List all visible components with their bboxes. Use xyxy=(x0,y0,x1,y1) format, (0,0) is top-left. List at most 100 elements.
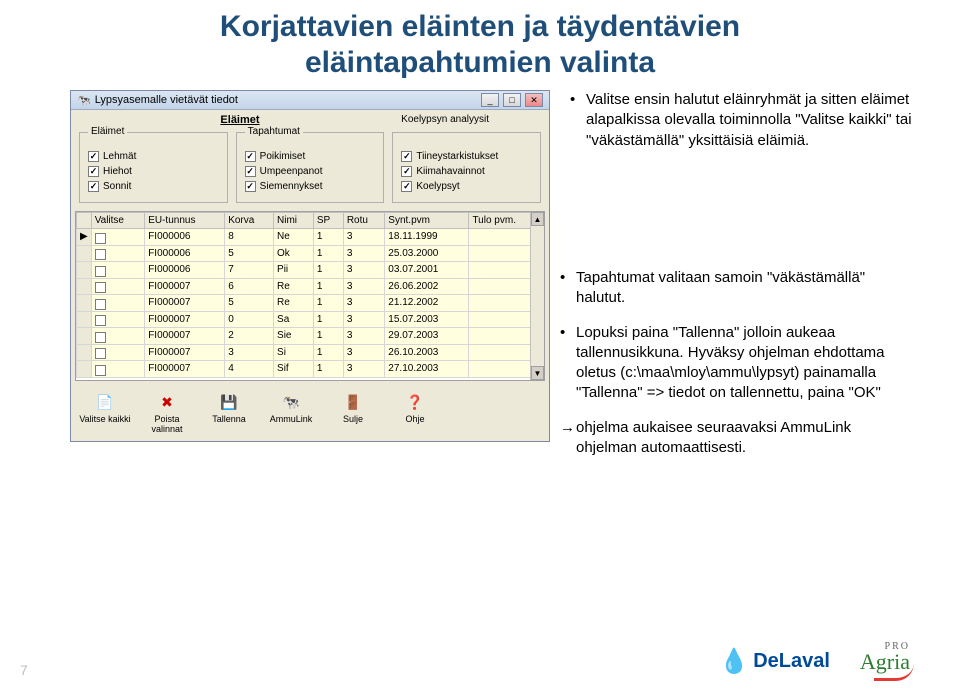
toolbar-label: AmmuLink xyxy=(270,414,313,424)
window-titlebar: 🐄 Lypsyasemalle vietävät tiedot _ □ ✕ xyxy=(71,91,549,110)
bullet-arrow: ohjelma aukaisee seuraavaksi AmmuLink oh… xyxy=(560,418,910,459)
column-header[interactable]: SP xyxy=(313,213,343,229)
cell: 4 xyxy=(225,361,274,378)
toolbar-label: Ohje xyxy=(405,414,424,424)
chk-label: Poikimiset xyxy=(260,151,306,162)
table-row[interactable]: FI0000076Re1326.06.2002 xyxy=(77,278,544,295)
row-checkbox[interactable] xyxy=(95,299,106,310)
toolbar-button[interactable]: ❓Ohje xyxy=(385,389,445,437)
cell: Sif xyxy=(274,361,314,378)
checkbox[interactable] xyxy=(88,151,99,162)
scroll-up[interactable]: ▲ xyxy=(531,212,544,226)
cell: FI000007 xyxy=(145,328,225,345)
drop-icon: 💧 xyxy=(719,647,749,676)
scroll-down[interactable]: ▼ xyxy=(531,366,544,380)
cell: 1 xyxy=(313,278,343,295)
page-number: 7 xyxy=(20,662,28,678)
cell: 3 xyxy=(343,278,384,295)
table-row[interactable]: FI0000073Si1326.10.2003 xyxy=(77,344,544,361)
chk-label: Koelypsyt xyxy=(416,181,459,192)
cell: Re xyxy=(274,278,314,295)
table-row[interactable]: FI0000074Sif1327.10.2003 xyxy=(77,361,544,378)
group-title-tapahtumat: Tapahtumat xyxy=(245,126,303,137)
group-extra: Tiineystarkistukset Kiimahavainnot Koely… xyxy=(392,132,541,203)
checkbox[interactable] xyxy=(401,151,412,162)
table-row[interactable]: ▶FI0000068Ne1318.11.1999 xyxy=(77,229,544,246)
checkbox[interactable] xyxy=(245,181,256,192)
group-tapahtumat: Tapahtumat Poikimiset Umpeenpanot Siemen… xyxy=(236,132,385,203)
cell: FI000006 xyxy=(145,229,225,246)
table-row[interactable]: FI0000067Pii1303.07.2001 xyxy=(77,262,544,279)
column-header[interactable]: Nimi xyxy=(274,213,314,229)
table-row[interactable]: FI0000075Re1321.12.2002 xyxy=(77,295,544,312)
row-checkbox[interactable] xyxy=(95,365,106,376)
agria-logo: PRO Agria xyxy=(860,649,910,675)
toolbar-button[interactable]: 📄Valitse kaikki xyxy=(75,389,135,437)
cell: FI000007 xyxy=(145,344,225,361)
row-checkbox[interactable] xyxy=(95,233,106,244)
footer-logos: 💧 DeLaval PRO Agria xyxy=(719,647,910,676)
toolbar-label: Sulje xyxy=(343,414,363,424)
column-header[interactable]: EU-tunnus xyxy=(145,213,225,229)
window-title: Lypsyasemalle vietävät tiedot xyxy=(95,94,238,106)
cell: 7 xyxy=(225,262,274,279)
data-table: ValitseEU-tunnusKorvaNimiSPRotuSynt.pvmT… xyxy=(75,211,545,381)
cell: 15.07.2003 xyxy=(385,311,469,328)
row-checkbox[interactable] xyxy=(95,266,106,277)
cell: FI000006 xyxy=(145,245,225,262)
scrollbar[interactable]: ▲ ▼ xyxy=(530,212,544,380)
row-checkbox[interactable] xyxy=(95,348,106,359)
chk-label: Lehmät xyxy=(103,151,136,162)
column-header[interactable]: Synt.pvm xyxy=(385,213,469,229)
cell: Sie xyxy=(274,328,314,345)
table-row[interactable]: FI0000070Sa1315.07.2003 xyxy=(77,311,544,328)
chk-label: Tiineystarkistukset xyxy=(416,151,498,162)
group-title-elaimet: Eläimet xyxy=(88,126,127,137)
cell: 3 xyxy=(343,328,384,345)
toolbar-icon: 📄 xyxy=(94,392,116,412)
toolbar-button[interactable]: ✖Poista valinnat xyxy=(137,389,197,437)
toolbar-button[interactable]: 💾Tallenna xyxy=(199,389,259,437)
row-checkbox[interactable] xyxy=(95,315,106,326)
minimize-button[interactable]: _ xyxy=(481,93,499,107)
row-checkbox[interactable] xyxy=(95,332,106,343)
bullet: Lopuksi paina "Tallenna" jolloin aukeaa … xyxy=(560,323,910,404)
maximize-button[interactable]: □ xyxy=(503,93,521,107)
checkbox[interactable] xyxy=(88,166,99,177)
table-row[interactable]: FI0000065Ok1325.03.2000 xyxy=(77,245,544,262)
checkbox[interactable] xyxy=(245,166,256,177)
column-header[interactable]: Korva xyxy=(225,213,274,229)
row-checkbox[interactable] xyxy=(95,249,106,260)
chk-label: Siemennykset xyxy=(260,181,323,192)
cell: 0 xyxy=(225,311,274,328)
toolbar-button[interactable]: 🚪Sulje xyxy=(323,389,383,437)
cell: 3 xyxy=(343,361,384,378)
checkbox[interactable] xyxy=(245,151,256,162)
close-button[interactable]: ✕ xyxy=(525,93,543,107)
checkbox[interactable] xyxy=(401,181,412,192)
cell: 5 xyxy=(225,295,274,312)
checkbox[interactable] xyxy=(88,181,99,192)
cell: 21.12.2002 xyxy=(385,295,469,312)
app-window: 🐄 Lypsyasemalle vietävät tiedot _ □ ✕ El… xyxy=(70,90,550,442)
row-checkbox[interactable] xyxy=(95,282,106,293)
table-row[interactable]: FI0000072Sie1329.07.2003 xyxy=(77,328,544,345)
column-header[interactable]: Rotu xyxy=(343,213,384,229)
toolbar-icon: ✖ xyxy=(156,392,178,412)
column-header[interactable]: Valitse xyxy=(91,213,145,229)
cell: 03.07.2001 xyxy=(385,262,469,279)
cell: 26.06.2002 xyxy=(385,278,469,295)
cell: Sa xyxy=(274,311,314,328)
chk-label: Sonnit xyxy=(103,181,131,192)
toolbar-button[interactable]: 🐄AmmuLink xyxy=(261,389,321,437)
cell: 29.07.2003 xyxy=(385,328,469,345)
checkbox[interactable] xyxy=(401,166,412,177)
toolbar-icon: 💾 xyxy=(218,392,240,412)
cell: FI000007 xyxy=(145,278,225,295)
cell: FI000007 xyxy=(145,311,225,328)
cell: 6 xyxy=(225,278,274,295)
cell: Ok xyxy=(274,245,314,262)
cell: 3 xyxy=(343,262,384,279)
cell: 26.10.2003 xyxy=(385,344,469,361)
cell: Pii xyxy=(274,262,314,279)
